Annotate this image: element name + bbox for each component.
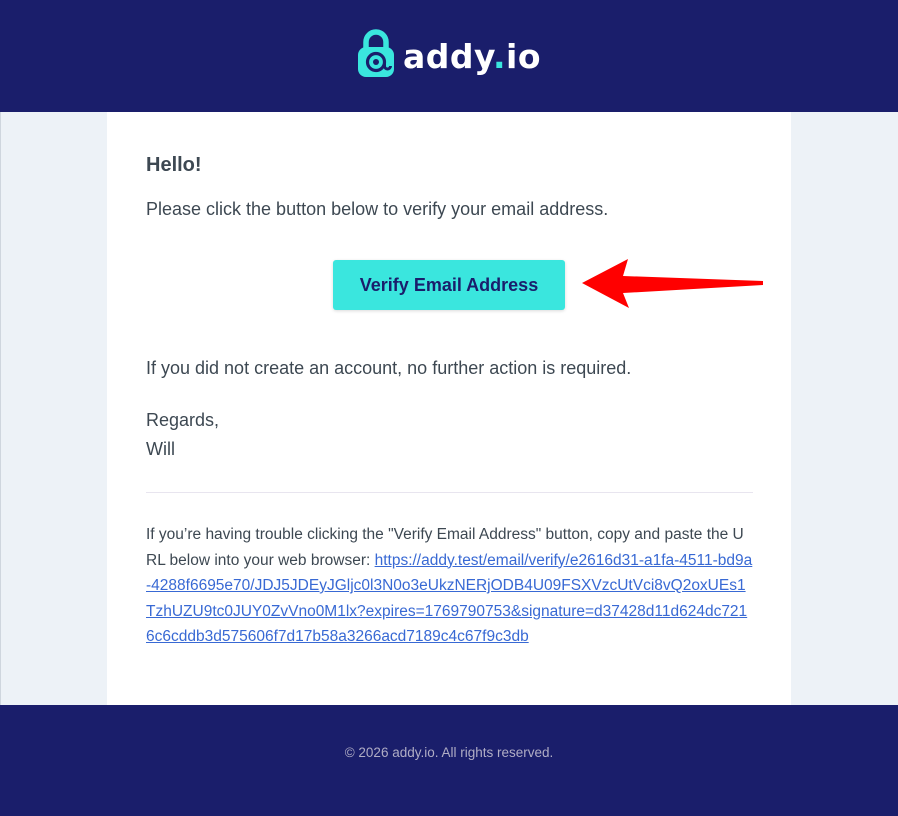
regards-text: Regards, [146,410,220,430]
greeting-heading: Hello! [146,154,202,176]
divider [146,492,753,493]
intro-text: Please click the button below to verify … [146,199,609,219]
email-body-card: Hello! Please click the button below to … [107,112,791,705]
no-action-text: If you did not create an account, no fur… [146,358,632,378]
email-footer: © 2026 addy.io. All rights reserved. [0,705,898,816]
lock-at-icon [357,28,395,84]
red-arrow-pointer [582,259,763,308]
page-edge [0,112,1,705]
copyright-text: © 2026 addy.io. All rights reserved. [344,745,554,760]
subcopy: If you’re having trouble clicking the "V… [146,522,753,650]
brand-name: addy.io [402,36,542,76]
brand-logo[interactable]: addy.io [357,28,542,84]
salutation: Regards, Will [146,406,219,464]
signature-name: Will [146,439,175,459]
email-header: addy.io [0,0,898,112]
verify-email-button[interactable]: Verify Email Address [333,260,565,310]
